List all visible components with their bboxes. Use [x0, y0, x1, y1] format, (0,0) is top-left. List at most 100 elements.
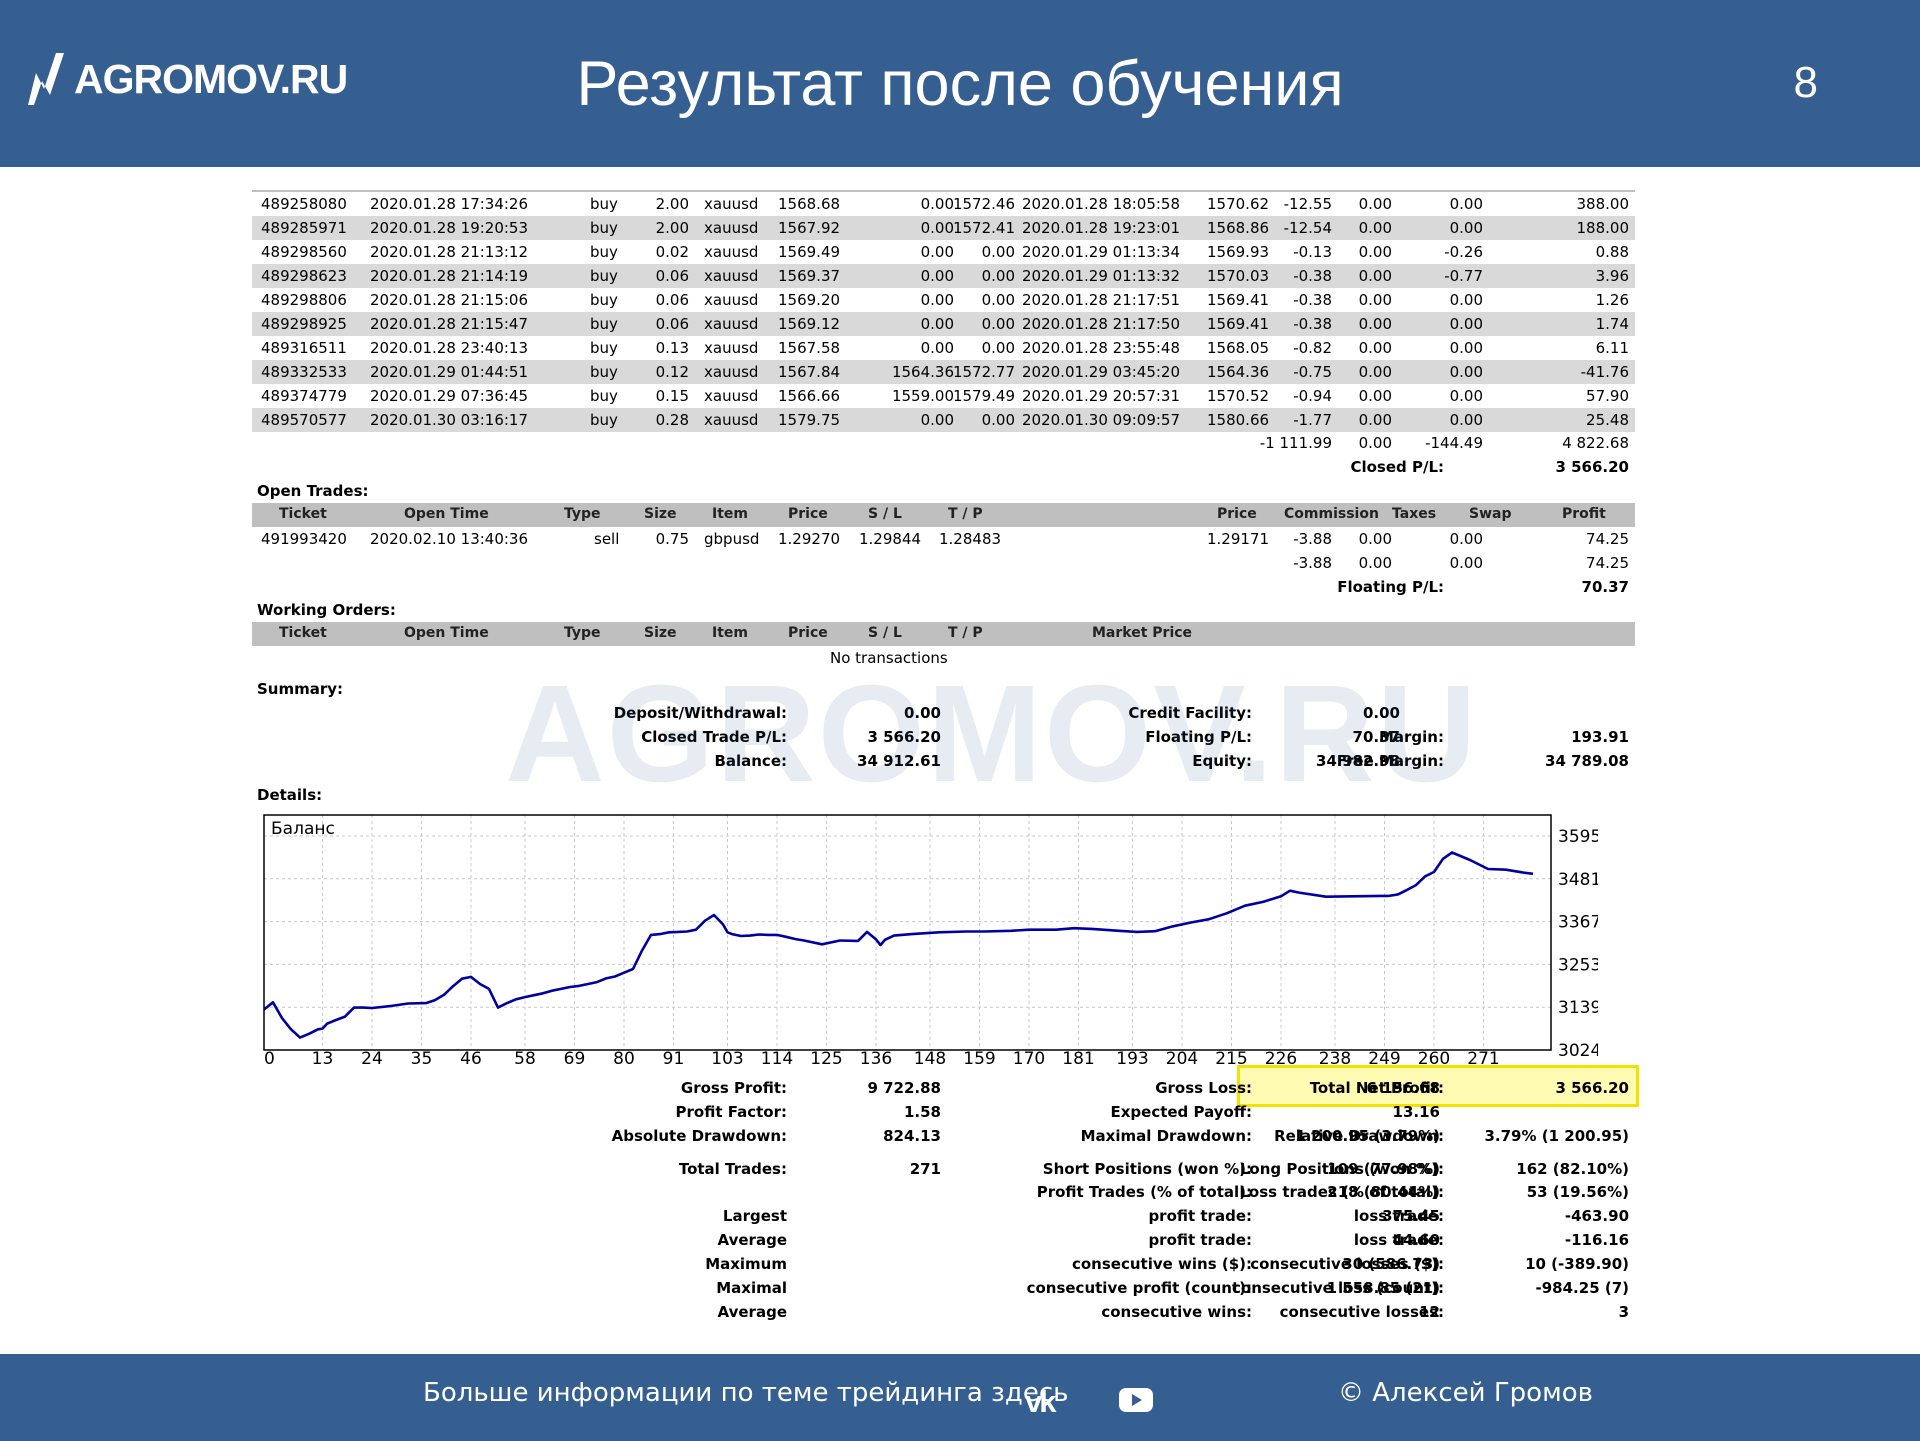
- cell-type: buy: [590, 363, 618, 381]
- largest-loss-label: loss trade:: [1353, 1207, 1444, 1225]
- cell-size: 0.02: [655, 243, 689, 261]
- cell-ticket: 489570577: [261, 411, 347, 429]
- cell-open-time: 2020.01.28 21:15:47: [370, 315, 529, 333]
- x-axis-ticks: 0 13 24 35 46 58 69 80 91 103 114 125 136 148 159 170 18…: [264, 1049, 1500, 1064]
- totals-profit: 4 822.68: [1562, 434, 1629, 452]
- youtube-icon[interactable]: [1119, 1388, 1153, 1412]
- x-tick-label: 148: [914, 1049, 946, 1064]
- stats-row-2: Profit Factor: 1.58 Expected Payoff: 13.…: [252, 1100, 1635, 1124]
- cell-size: 0.28: [655, 411, 689, 429]
- cell-price: 1567.92: [778, 219, 841, 237]
- closed-trade-row: 489332533 2020.01.29 01:44:51 buy 0.12 xauus…: [252, 360, 1635, 384]
- cell-price: 1569.49: [778, 243, 841, 261]
- y-tick-label: 35959: [1558, 827, 1598, 847]
- vk-icon[interactable]: vk: [1025, 1384, 1057, 1420]
- cell-commission: -0.38: [1293, 267, 1332, 285]
- cell-tp: 1572.46: [952, 195, 1015, 213]
- cell-open-time: 2020.01.28 23:40:13: [370, 339, 529, 357]
- y-tick-label: 31390: [1558, 998, 1598, 1018]
- working-orders-title: Working Orders:: [257, 601, 396, 619]
- avg-cons-wins-label: consecutive wins:: [1101, 1303, 1252, 1321]
- cell-ticket: 491993420: [261, 530, 347, 548]
- cell-type: buy: [590, 411, 618, 429]
- cell-sl: 0.00: [920, 339, 954, 357]
- average-loss-label: loss trade:: [1353, 1231, 1444, 1249]
- cell-commission: -0.13: [1293, 243, 1332, 261]
- cell-size: 0.75: [655, 530, 689, 548]
- cell-type: buy: [590, 267, 618, 285]
- x-tick-label: 114: [761, 1049, 793, 1064]
- free-margin-label: Free Margin:: [1336, 752, 1444, 770]
- cell-open-time: 2020.01.28 17:34:26: [370, 195, 529, 213]
- cell-commission: -0.38: [1293, 315, 1332, 333]
- no-transactions-text: No transactions: [830, 649, 948, 667]
- cell-commission: -0.38: [1293, 291, 1332, 309]
- cell-item: xauusd: [704, 339, 759, 357]
- equity-label: Equity:: [1192, 752, 1252, 770]
- cell-taxes: 0.00: [1358, 195, 1392, 213]
- open-trade-row: 491993420 2020.02.10 13:40:36 sell 0.75 …: [252, 527, 1635, 551]
- cell-swap: -0.26: [1444, 243, 1483, 261]
- max-cons-wins-label: consecutive wins ($):: [1071, 1255, 1252, 1273]
- absolute-drawdown-value: 824.13: [883, 1127, 941, 1145]
- short-positions-label: Short Positions (won %):: [1042, 1160, 1252, 1178]
- cell-close-price: 1568.86: [1207, 219, 1270, 237]
- cell-size: 0.13: [655, 339, 689, 357]
- col-profit: Profit: [1562, 506, 1606, 522]
- cell-profit: 74.25: [1586, 530, 1629, 548]
- col-item: Item: [712, 506, 748, 522]
- maximal-label: Maximal: [716, 1279, 787, 1297]
- cell-type: sell: [594, 530, 620, 548]
- cell-item: gbpusd: [704, 530, 760, 548]
- wo-col-item: Item: [712, 625, 748, 641]
- working-orders-empty-row: No transactions: [252, 646, 1635, 670]
- x-tick-label: 226: [1265, 1049, 1297, 1064]
- cell-close-time: 2020.01.28 21:17:50: [1022, 315, 1181, 333]
- cell-taxes: 0.00: [1358, 267, 1392, 285]
- cell-tp: 1579.49: [952, 387, 1015, 405]
- cell-type: buy: [590, 195, 618, 213]
- col-ticket: Ticket: [279, 506, 327, 522]
- relative-drawdown-label: Relative Drawdown:: [1274, 1127, 1444, 1145]
- col-taxes: Taxes: [1392, 506, 1437, 522]
- cell-close-price: 1564.36: [1207, 363, 1270, 381]
- balance-line: [263, 851, 1534, 1039]
- col-sl: S / L: [868, 506, 902, 522]
- col-price2: Price: [1217, 506, 1257, 522]
- col-open-time: Open Time: [404, 506, 489, 522]
- closed-trade-row: 489285971 2020.01.28 19:20:53 buy 2.00 xauus…: [252, 216, 1635, 240]
- cell-price: 1567.58: [778, 339, 841, 357]
- cell-sl: 1.29844: [859, 530, 922, 548]
- cell-price: 1569.12: [778, 315, 841, 333]
- balance-label: Balance:: [714, 752, 787, 770]
- page-number: 8: [1793, 58, 1818, 107]
- floating-pl-value: 70.37: [1581, 578, 1629, 596]
- stats-row-8: Maximum consecutive wins ($): 30 (586.73…: [252, 1252, 1635, 1276]
- cell-price: 1568.68: [778, 195, 841, 213]
- wo-col-sl: S / L: [868, 625, 902, 641]
- loss-trades-label: Loss trades (% of total):: [1239, 1183, 1444, 1201]
- cell-ticket: 489258080: [261, 195, 347, 213]
- credit-value: 0.00: [1362, 704, 1400, 722]
- closed-trade-row: 489298560 2020.01.28 21:13:12 buy 0.02 xauus…: [252, 240, 1635, 264]
- closed-trade-row: 489316511 2020.01.28 23:40:13 buy 0.13 xauus…: [252, 336, 1635, 360]
- wo-col-market-price: Market Price: [1092, 625, 1193, 641]
- balance-value: 34 912.61: [857, 752, 941, 770]
- cell-taxes: 0.00: [1358, 363, 1392, 381]
- cell-swap: 0.00: [1449, 411, 1483, 429]
- cell-sl: 0.00: [920, 267, 954, 285]
- cell-price: 1567.84: [778, 363, 841, 381]
- cell-type: buy: [590, 219, 618, 237]
- closed-totals-row: -1 111.99 0.00 -144.49 4 822.68: [252, 431, 1635, 455]
- y-tick-label: 33674: [1558, 913, 1598, 933]
- cell-ticket: 489298560: [261, 243, 347, 261]
- wo-col-open-time: Open Time: [404, 625, 489, 641]
- cell-ticket: 489374779: [261, 387, 347, 405]
- cell-price: 1579.75: [778, 411, 841, 429]
- cell-size: 2.00: [655, 195, 689, 213]
- largest-label: Largest: [722, 1207, 787, 1225]
- cell-size: 0.06: [655, 291, 689, 309]
- cell-price: 1569.20: [778, 291, 841, 309]
- open-totals-profit: 74.25: [1586, 554, 1629, 572]
- cell-open-time: 2020.01.30 03:16:17: [370, 411, 529, 429]
